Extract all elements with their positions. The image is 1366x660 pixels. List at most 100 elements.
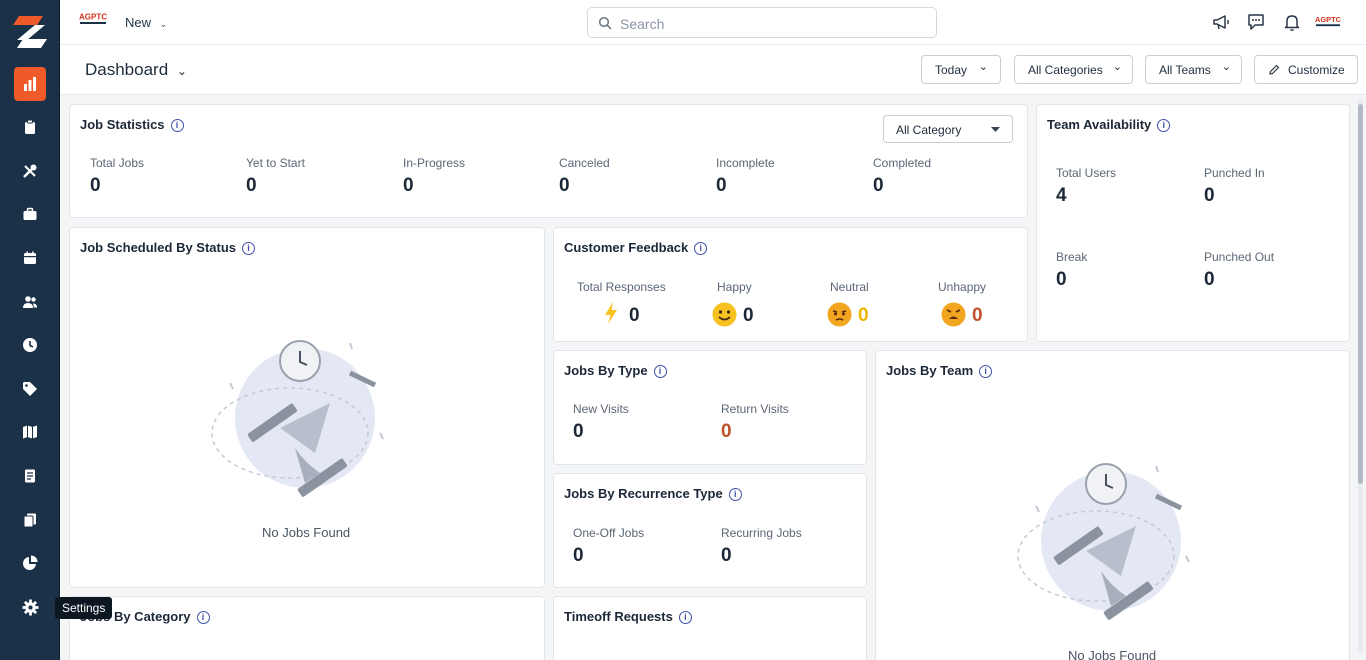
stat-label: Canceled: [559, 156, 610, 170]
stat-value: 0: [1056, 269, 1067, 290]
feedback-value: 0: [743, 305, 754, 326]
info-icon[interactable]: i: [196, 611, 210, 624]
pencil-icon: [1269, 64, 1280, 75]
date-filter[interactable]: Today ⌄: [921, 55, 1001, 84]
chat-icon[interactable]: [1246, 12, 1266, 32]
user-avatar[interactable]: AGPTC: [1315, 15, 1341, 28]
feedback-label: Happy: [717, 280, 752, 294]
nav-analytics[interactable]: [14, 546, 46, 580]
feedback-label: Total Responses: [577, 280, 666, 294]
card-title: Timeoff Requests i: [564, 609, 692, 624]
document-icon: [25, 469, 35, 483]
nav-timesheet[interactable]: [14, 328, 46, 362]
feedback-value: 0: [629, 305, 640, 326]
search-input[interactable]: Search: [587, 7, 937, 38]
stat-value: 4: [1056, 185, 1067, 206]
card-title: Job Scheduled By Status i: [80, 240, 256, 255]
category-select[interactable]: All Category: [883, 115, 1013, 143]
bar-chart-icon: [24, 77, 36, 91]
tag-icon: [23, 382, 37, 396]
search-icon: [598, 16, 612, 30]
nav-jobs[interactable]: [14, 110, 46, 144]
teams-filter[interactable]: All Teams ⌄: [1145, 55, 1242, 84]
nav-calendar[interactable]: [14, 241, 46, 275]
feedback-label: Unhappy: [938, 280, 987, 294]
nav-map[interactable]: [14, 415, 46, 449]
stat-value: 0: [721, 421, 732, 442]
chevron-down-icon: ⌄: [978, 61, 988, 73]
new-button[interactable]: New ⌄: [125, 15, 167, 30]
settings-tooltip: Settings: [55, 597, 113, 619]
card-title: Team Availability i: [1047, 117, 1171, 132]
stat-value: 0: [403, 175, 414, 196]
nav-reports[interactable]: [14, 459, 46, 493]
scrollbar-thumb[interactable]: [1358, 104, 1363, 484]
info-icon[interactable]: i: [1157, 119, 1171, 132]
brand-logo[interactable]: AGPTC: [79, 12, 107, 26]
stat-value: 0: [573, 545, 584, 566]
empty-state-illustration: [211, 340, 384, 497]
stat-label: Punched In: [1204, 166, 1265, 180]
info-icon[interactable]: i: [678, 611, 692, 624]
stat-value: 0: [246, 175, 257, 196]
nav-settings[interactable]: [14, 590, 46, 624]
pie-chart-icon: [23, 555, 38, 570]
stat-label: Incomplete: [716, 156, 775, 170]
stat-label: Total Users: [1056, 166, 1117, 180]
jobs-by-category-card: Jobs By Category i: [69, 596, 545, 660]
nav-tools[interactable]: [14, 154, 46, 188]
jobs-by-type-card: Jobs By Type i New Visits 0 Return Visits…: [553, 350, 867, 465]
customer-feedback-card: Customer Feedback i Total Responses 0 Hap…: [553, 227, 1028, 342]
clipboard-icon: [25, 119, 35, 134]
stat-value: 0: [90, 175, 101, 196]
top-bar: AGPTC New ⌄ Search AGPTC: [60, 0, 1366, 45]
happy-face-icon: [712, 302, 737, 327]
stat-label: In-Progress: [403, 156, 466, 170]
jobs-by-team-card: Jobs By Team i No Jobs Found: [875, 350, 1350, 660]
info-icon[interactable]: i: [728, 488, 742, 501]
scrollbar[interactable]: [1358, 98, 1363, 654]
app-logo[interactable]: [13, 14, 47, 50]
stat-label: Completed: [873, 156, 932, 170]
info-icon[interactable]: i: [170, 119, 184, 132]
card-title: Jobs By Type i: [564, 363, 667, 378]
customize-button[interactable]: Customize: [1254, 55, 1358, 84]
chevron-down-icon: ⌄: [176, 64, 187, 78]
stat-label: One-Off Jobs: [573, 526, 645, 540]
svg-text:AGPTC: AGPTC: [79, 13, 107, 22]
feedback-label: Neutral: [830, 280, 869, 294]
dashboard-selector[interactable]: Dashboard ⌄: [85, 60, 187, 80]
bell-icon[interactable]: [1282, 12, 1302, 32]
sidebar: [0, 0, 60, 660]
categories-filter[interactable]: All Categories ⌄: [1014, 55, 1133, 84]
nav-briefcase[interactable]: [14, 197, 46, 231]
stat-label: Return Visits: [721, 402, 789, 416]
map-icon: [23, 425, 37, 439]
nav-dashboard[interactable]: [14, 67, 46, 101]
stat-value: 0: [1204, 269, 1215, 290]
card-title: Jobs By Recurrence Type i: [564, 486, 742, 501]
stat-label: Recurring Jobs: [721, 526, 802, 540]
stat-value: 0: [1204, 185, 1215, 206]
nav-pricebook[interactable]: [14, 372, 46, 406]
timeoff-requests-card: Timeoff Requests i: [553, 596, 867, 660]
chevron-down-icon: ⌄: [1112, 61, 1122, 73]
info-icon[interactable]: i: [694, 242, 708, 255]
card-title: Customer Feedback i: [564, 240, 708, 255]
lightning-icon: [605, 302, 617, 324]
jobs-by-recurrence-card: Jobs By Recurrence Type i One-Off Jobs 0 …: [553, 473, 867, 588]
info-icon[interactable]: i: [242, 242, 256, 255]
stat-label: New Visits: [573, 402, 629, 416]
nav-documents[interactable]: [14, 503, 46, 537]
stat-label: Break: [1056, 250, 1088, 264]
info-icon[interactable]: i: [653, 365, 667, 378]
feedback-value: 0: [858, 305, 869, 326]
info-icon[interactable]: i: [979, 365, 993, 378]
card-title: Job Statistics i: [80, 117, 184, 132]
stat-value: 0: [721, 545, 732, 566]
chevron-down-icon: ⌄: [159, 19, 168, 29]
stat-value: 0: [573, 421, 584, 442]
chevron-down-icon: ⌄: [1221, 61, 1231, 73]
megaphone-icon[interactable]: [1211, 12, 1231, 32]
nav-customers[interactable]: [14, 285, 46, 319]
